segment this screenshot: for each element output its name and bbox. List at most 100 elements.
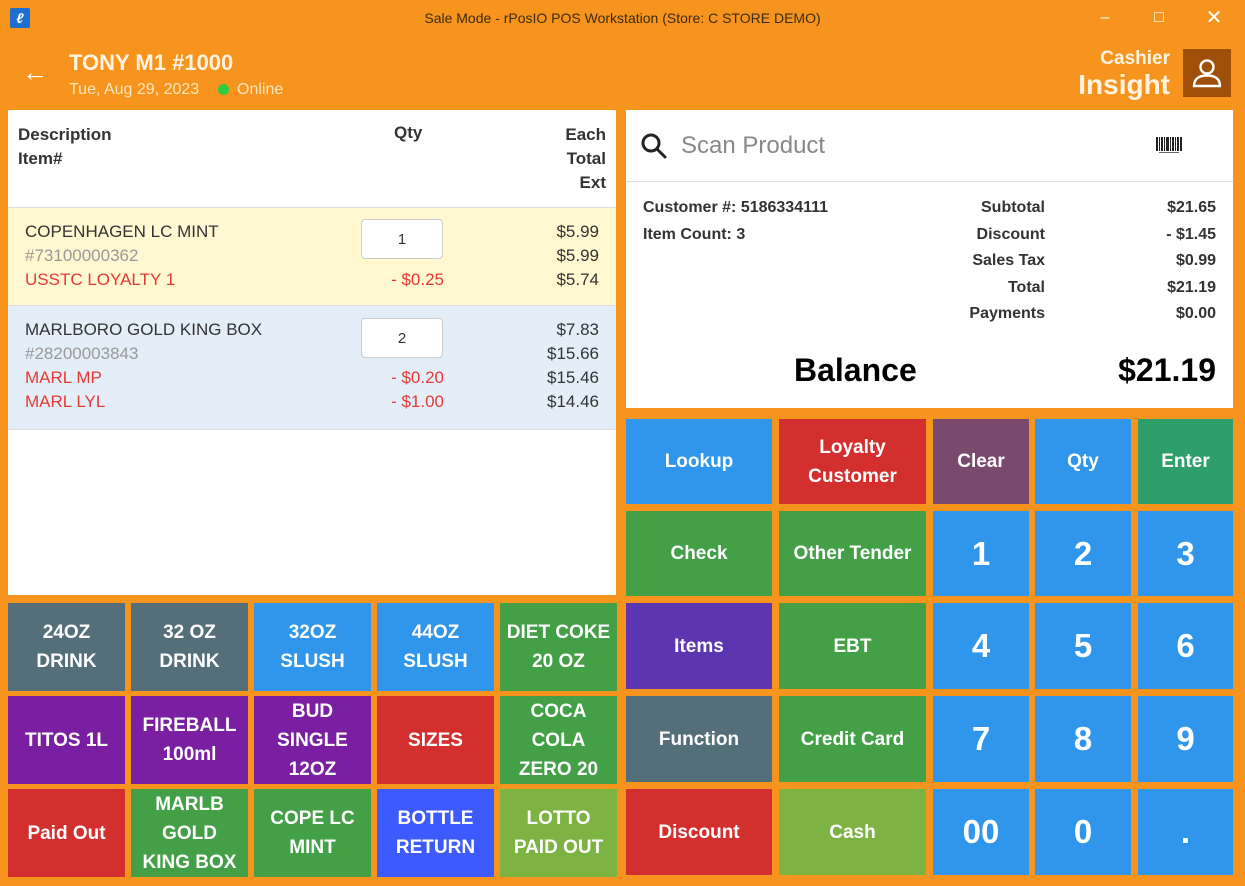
numpad-0[interactable]: 0 bbox=[1035, 789, 1131, 875]
window-title-bar: ℓ Sale Mode - rPosIO POS Workstation (St… bbox=[0, 0, 1245, 36]
hotkey-fireball[interactable]: FIREBALL 100ml bbox=[131, 696, 248, 784]
hotkey-paid-out[interactable]: Paid Out bbox=[8, 789, 125, 877]
hotkey-label: Paid Out bbox=[27, 822, 106, 844]
check-tender-button[interactable]: Check bbox=[626, 511, 772, 596]
clear-button[interactable]: Clear bbox=[933, 419, 1029, 504]
hotkey-label: SINGLE bbox=[277, 729, 348, 751]
hotkey-label: BOTTLE bbox=[397, 808, 474, 829]
back-arrow-icon[interactable]: ← bbox=[22, 58, 48, 86]
qty-button[interactable]: Qty bbox=[1035, 419, 1131, 504]
item-ext-price: $14.46 bbox=[547, 392, 599, 411]
discount-button[interactable]: Discount bbox=[626, 789, 772, 875]
maximize-button[interactable]: □ bbox=[1144, 6, 1174, 30]
button-label: Function bbox=[658, 728, 740, 750]
hotkey-cope-lc-mint[interactable]: COPE LC MINT bbox=[254, 789, 371, 877]
hotkey-label: LOTTO bbox=[526, 808, 591, 829]
discount-label: Discount bbox=[976, 226, 1045, 243]
hotkey-label: TITOS 1L bbox=[24, 729, 109, 751]
current-date: Tue, Aug 29, 2023 bbox=[69, 81, 200, 98]
hotkey-coca-cola-zero[interactable]: COCA COLA ZERO 20 bbox=[500, 696, 617, 784]
hotkey-label: SIZES bbox=[408, 729, 463, 751]
barcode-icon[interactable] bbox=[1156, 137, 1182, 154]
enter-button[interactable]: Enter bbox=[1138, 419, 1233, 504]
hotkey-32oz-slush[interactable]: 32OZ SLUSH bbox=[254, 603, 371, 691]
hotkey-marlb-gold[interactable]: MARLB GOLD KING BOX bbox=[131, 789, 248, 877]
balance-value: $21.19 bbox=[1118, 352, 1216, 388]
numpad-4[interactable]: 4 bbox=[933, 603, 1029, 689]
hotkey-label: 20 OZ bbox=[532, 651, 585, 672]
column-ext: Ext bbox=[579, 173, 606, 192]
total-label: Total bbox=[1007, 279, 1045, 296]
item-total-price: $5.99 bbox=[556, 246, 599, 265]
item-count-value: 3 bbox=[736, 226, 746, 243]
hotkey-label: SLUSH bbox=[280, 651, 345, 672]
hotkey-label: COPE LC bbox=[270, 808, 355, 829]
numpad-3[interactable]: 3 bbox=[1138, 511, 1233, 596]
hotkey-bottle-return[interactable]: BOTTLE RETURN bbox=[377, 789, 494, 877]
promo-amount: - $0.25 bbox=[391, 270, 444, 289]
customer-label: Customer #: bbox=[643, 199, 737, 216]
sales-tax-label: Sales Tax bbox=[972, 252, 1045, 269]
promo-amount: - $1.00 bbox=[391, 392, 444, 411]
hotkey-44oz-slush[interactable]: 44OZ SLUSH bbox=[377, 603, 494, 691]
item-number: #28200003843 bbox=[25, 344, 139, 363]
lookup-button[interactable]: Lookup bbox=[626, 419, 772, 504]
hotkey-titos[interactable]: TITOS 1L bbox=[8, 696, 125, 784]
payments-label: Payments bbox=[969, 305, 1045, 322]
hotkey-label: ZERO 20 bbox=[518, 758, 599, 780]
other-tender-button[interactable]: Other Tender bbox=[779, 511, 926, 596]
hotkey-sizes[interactable]: SIZES bbox=[377, 696, 494, 784]
item-count: Item Count: 3 bbox=[643, 226, 745, 244]
credit-card-tender-button[interactable]: Credit Card bbox=[779, 696, 926, 782]
cashier-label: Cashier bbox=[1100, 48, 1170, 69]
button-label: Items bbox=[674, 635, 724, 657]
user-icon[interactable] bbox=[1183, 49, 1231, 97]
sales-tax-value: $0.99 bbox=[1175, 252, 1216, 269]
numpad-1[interactable]: 1 bbox=[933, 511, 1029, 596]
hotkey-bud-single[interactable]: BUD SINGLE 12OZ bbox=[254, 696, 371, 784]
receipt-panel: Description Item# Qty Each Total Ext COP… bbox=[8, 110, 616, 595]
function-button[interactable]: Function bbox=[626, 696, 772, 782]
close-window-button[interactable]: ✕ bbox=[1199, 6, 1229, 30]
numpad-7[interactable]: 7 bbox=[933, 696, 1029, 782]
numpad-decimal[interactable]: . bbox=[1138, 789, 1233, 875]
quantity-field[interactable]: 2 bbox=[361, 318, 443, 358]
quantity-field[interactable]: 1 bbox=[361, 219, 443, 259]
hotkey-lotto-paid-out[interactable]: LOTTO PAID OUT bbox=[500, 789, 617, 877]
hotkey-24oz-drink[interactable]: 24OZ DRINK bbox=[8, 603, 125, 691]
button-label: Lookup bbox=[664, 451, 734, 472]
hotkey-diet-coke[interactable]: DIET COKE 20 OZ bbox=[500, 603, 617, 691]
promo-name: MARL MP bbox=[25, 368, 102, 387]
hotkey-label: DRINK bbox=[159, 651, 220, 672]
button-label: Check bbox=[670, 543, 728, 564]
cash-tender-button[interactable]: Cash bbox=[779, 789, 926, 875]
total-value: $21.19 bbox=[1167, 279, 1216, 296]
receipt-line-item[interactable]: COPENHAGEN LC MINT #73100000362 USSTC LO… bbox=[8, 208, 616, 306]
receipt-line-item[interactable]: MARLBORO GOLD KING BOX #28200003843 MARL… bbox=[8, 306, 616, 430]
promo-name: MARL LYL bbox=[25, 392, 106, 411]
loyalty-customer-button[interactable]: Loyalty Customer bbox=[779, 419, 926, 504]
hotkey-label: RETURN bbox=[395, 837, 476, 858]
numpad-2[interactable]: 2 bbox=[1035, 511, 1131, 596]
receipt-header: Description Item# Qty Each Total Ext bbox=[8, 110, 616, 208]
numpad-8[interactable]: 8 bbox=[1035, 696, 1131, 782]
numpad-6[interactable]: 6 bbox=[1138, 603, 1233, 689]
subtotal-label: Subtotal bbox=[981, 199, 1045, 216]
order-summary-panel: Customer #: 5186334111 Item Count: 3 Sub… bbox=[626, 110, 1233, 408]
button-label: Qty bbox=[1067, 451, 1099, 472]
button-label: Other Tender bbox=[793, 543, 912, 564]
hotkey-32oz-drink[interactable]: 32 OZ DRINK bbox=[131, 603, 248, 691]
ebt-tender-button[interactable]: EBT bbox=[779, 603, 926, 689]
numpad-5[interactable]: 5 bbox=[1035, 603, 1131, 689]
items-button[interactable]: Items bbox=[626, 603, 772, 689]
balance-label: Balance bbox=[794, 352, 917, 388]
numpad-00[interactable]: 00 bbox=[933, 789, 1029, 875]
hotkey-label: FIREBALL bbox=[142, 715, 237, 736]
hotkey-label: COLA bbox=[531, 729, 586, 751]
minimize-button[interactable]: – bbox=[1090, 6, 1120, 30]
scan-product-input[interactable] bbox=[681, 126, 1121, 166]
numpad-9[interactable]: 9 bbox=[1138, 696, 1233, 782]
search-icon[interactable] bbox=[640, 132, 668, 165]
app-header: ← TONY M1 #1000 Tue, Aug 29, 2023 Online… bbox=[0, 36, 1245, 110]
column-item-number: Item# bbox=[18, 149, 63, 168]
